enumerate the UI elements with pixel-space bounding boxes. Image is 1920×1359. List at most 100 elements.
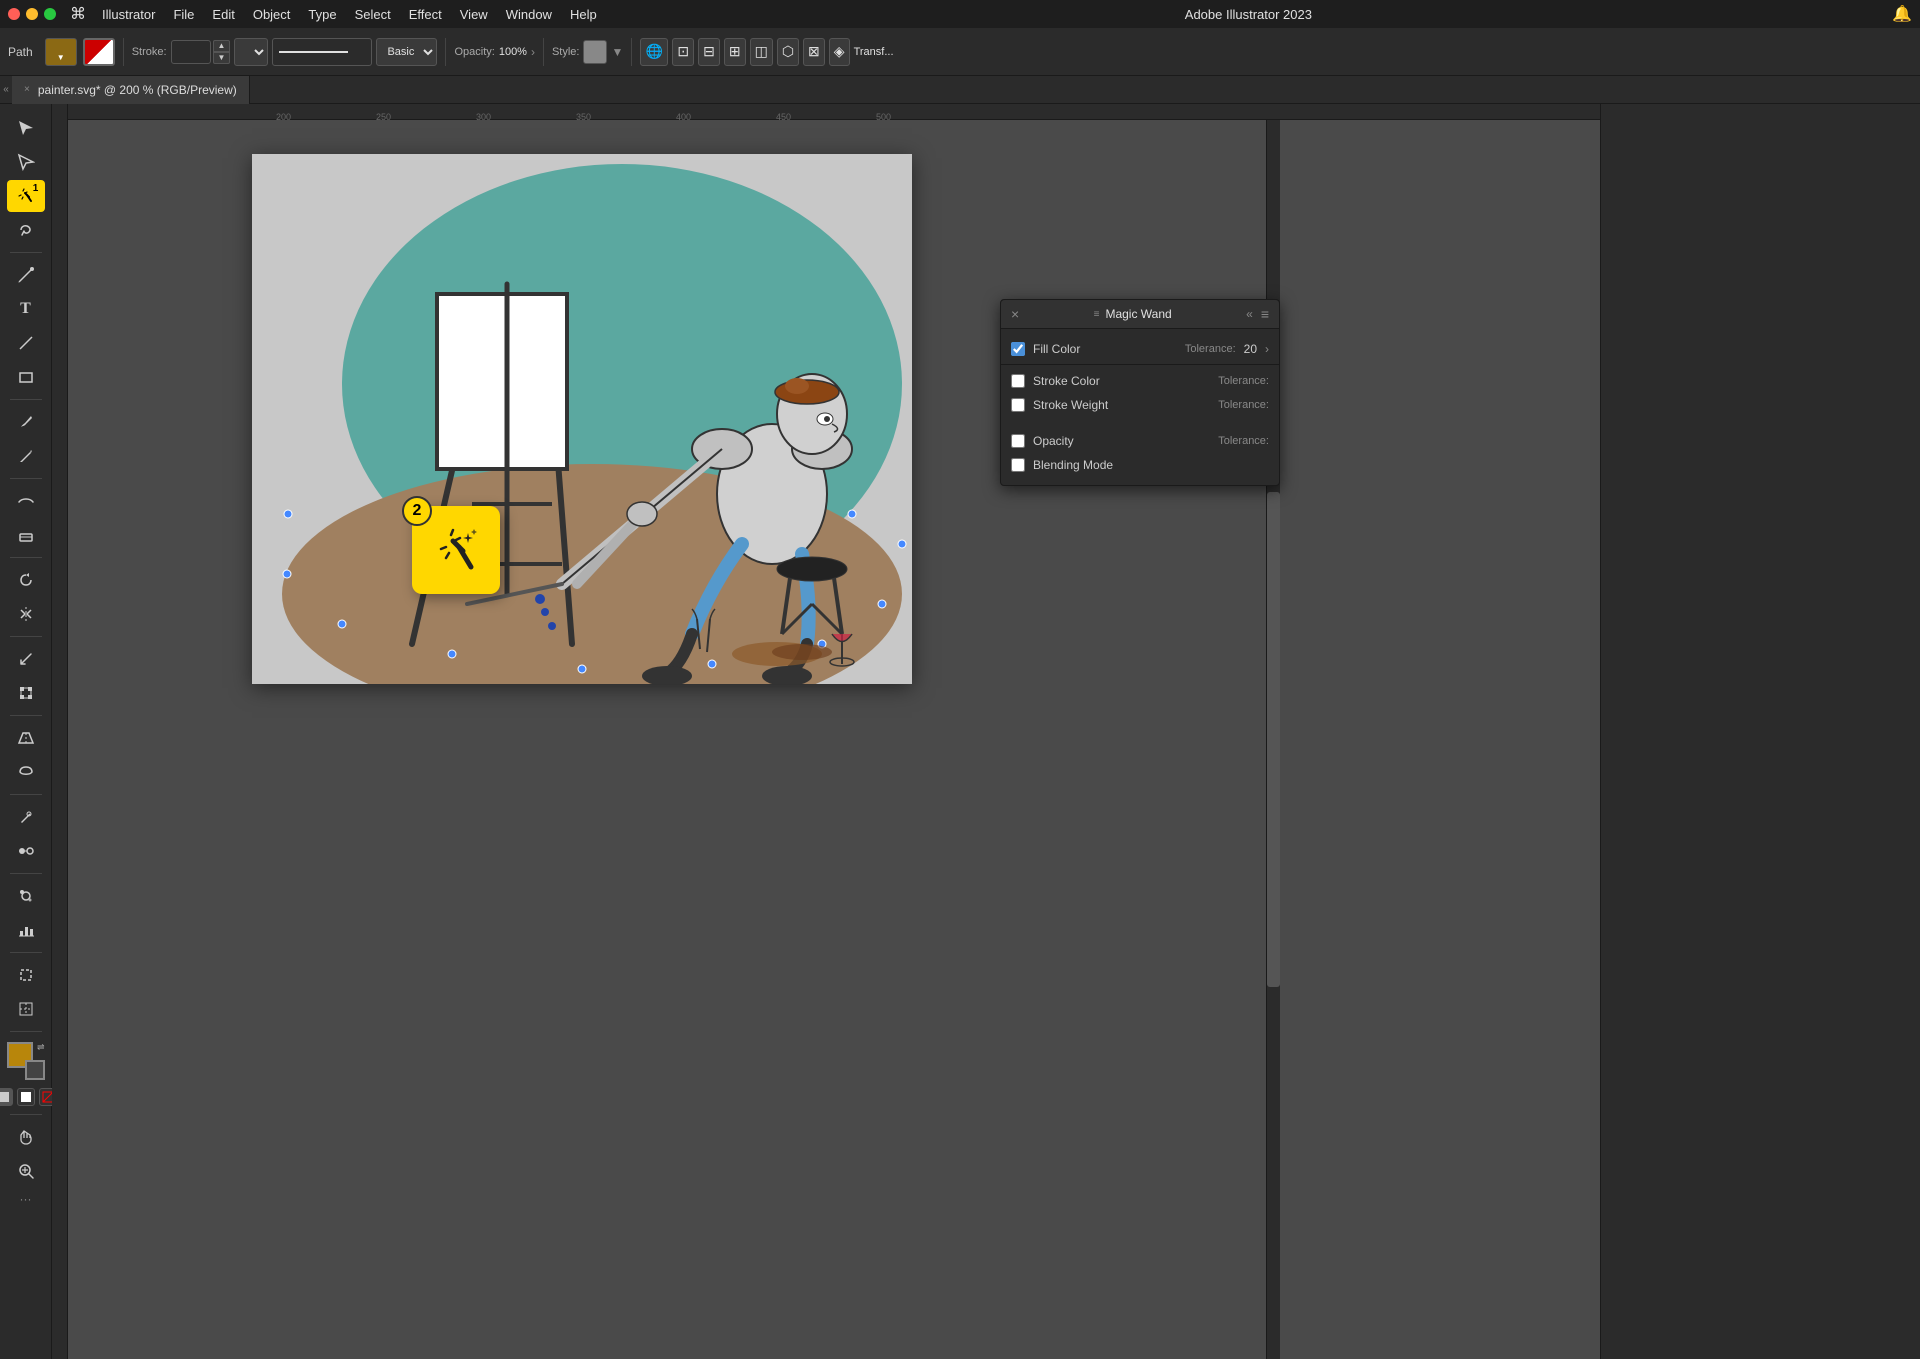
more-tools-btn[interactable]: ··· <box>7 1189 45 1209</box>
opacity-expand-btn[interactable]: › <box>531 45 535 59</box>
menu-object[interactable]: Object <box>245 5 299 24</box>
color-mode-gradient[interactable] <box>17 1088 35 1106</box>
stroke-color-checkbox[interactable] <box>1011 374 1025 388</box>
fill-color-swatch[interactable]: ▼ <box>45 38 77 66</box>
close-button[interactable] <box>8 8 20 20</box>
paintbrush-tool[interactable] <box>7 406 45 438</box>
stroke-weight-tol-label: Tolerance: <box>1218 399 1269 411</box>
mirror-tool[interactable] <box>7 598 45 630</box>
toolbar-divider-2 <box>445 38 446 66</box>
warp-tool[interactable] <box>7 756 45 788</box>
fill-tolerance-expand-btn[interactable]: › <box>1265 342 1269 356</box>
arrange-btn4[interactable]: ◫ <box>750 38 773 66</box>
stroke-weight-input[interactable] <box>171 40 211 64</box>
tool-divider-8 <box>10 873 42 874</box>
scale-tool[interactable] <box>7 643 45 675</box>
tab-filename: painter.svg* @ 200 % (RGB/Preview) <box>38 83 237 97</box>
stroke-weight-checkbox[interactable] <box>1011 398 1025 412</box>
arrange-btn7[interactable]: ◈ <box>829 38 850 66</box>
minimize-button[interactable] <box>26 8 38 20</box>
main-content: 1 T <box>0 104 1920 1359</box>
rotate-tool[interactable] <box>7 564 45 596</box>
panel-menu-btn[interactable]: ≡ <box>1261 306 1269 322</box>
smooth-tool[interactable] <box>7 485 45 517</box>
blend-tool[interactable] <box>7 835 45 867</box>
menu-view[interactable]: View <box>452 5 496 24</box>
panel-spacer <box>1001 417 1279 429</box>
panel-grip-icon: ≡ <box>1094 309 1100 320</box>
menu-right-icons: 🔔 <box>1892 4 1912 24</box>
menu-select[interactable]: Select <box>347 5 399 24</box>
stroke-color-btn[interactable] <box>83 38 115 66</box>
swap-colors-btn[interactable]: ⇌ <box>37 1042 45 1053</box>
pen-tool[interactable] <box>7 259 45 291</box>
graph-tool[interactable] <box>7 914 45 946</box>
opacity-label: Opacity: <box>454 46 494 58</box>
magic-wand-panel: × ≡ Magic Wand « ≡ Fill Color Tolerance:… <box>1000 299 1280 486</box>
step1-badge: 1 <box>29 181 43 195</box>
stroke-down-btn[interactable]: ▼ <box>213 52 231 64</box>
fill-color-checkbox[interactable] <box>1011 342 1025 356</box>
arrange-btn2[interactable]: ⊟ <box>698 38 720 66</box>
menu-type[interactable]: Type <box>300 5 344 24</box>
maximize-button[interactable] <box>44 8 56 20</box>
stroke-up-btn[interactable]: ▲ <box>213 40 231 52</box>
tab-close-btn[interactable]: × <box>24 84 30 95</box>
style-arrow[interactable]: ▼ <box>611 45 623 59</box>
type-tool[interactable]: T <box>7 293 45 325</box>
free-transform-tool[interactable] <box>7 677 45 709</box>
panel-collapse-btn[interactable]: « <box>1246 307 1253 321</box>
arrange-btn1[interactable]: ⊡ <box>672 38 694 66</box>
pencil-tool[interactable] <box>7 440 45 472</box>
direct-selection-tool[interactable] <box>7 146 45 178</box>
path-label: Path <box>8 45 33 59</box>
selection-tool[interactable] <box>7 112 45 144</box>
menu-file[interactable]: File <box>165 5 202 24</box>
menu-illustrator[interactable]: Illustrator <box>94 5 163 24</box>
tool-divider-9 <box>10 952 42 953</box>
style-swatch[interactable] <box>583 40 607 64</box>
slice-tool[interactable] <box>7 993 45 1025</box>
menu-window[interactable]: Window <box>498 5 560 24</box>
opacity-row: Opacity Tolerance: <box>1001 429 1279 453</box>
rectangle-tool[interactable] <box>7 361 45 393</box>
tab-bar-collapse[interactable]: « <box>0 84 12 95</box>
arrange-btn3[interactable]: ⊞ <box>724 38 746 66</box>
menu-help[interactable]: Help <box>562 5 605 24</box>
stroke-weight-label: Stroke Weight <box>1033 398 1210 412</box>
panel-close-btn[interactable]: × <box>1011 306 1019 322</box>
magic-wand-tool[interactable]: 1 <box>7 180 45 212</box>
notification-icon[interactable]: 🔔 <box>1892 4 1912 24</box>
arrange-btn6[interactable]: ⊠ <box>803 38 825 66</box>
tool-divider-7 <box>10 794 42 795</box>
line-segment-tool[interactable] <box>7 327 45 359</box>
fill-color-label: Fill Color <box>1033 342 1177 356</box>
blending-mode-checkbox[interactable] <box>1011 458 1025 472</box>
profile-dropdown[interactable]: Basic <box>376 38 437 66</box>
zoom-tool[interactable] <box>7 1155 45 1187</box>
hand-tool[interactable] <box>7 1121 45 1153</box>
eyedropper-tool[interactable] <box>7 801 45 833</box>
eraser-tool[interactable] <box>7 519 45 551</box>
artboard-tool[interactable] <box>7 959 45 991</box>
style-label: Style: <box>552 46 580 58</box>
scrollbar-thumb[interactable] <box>1267 492 1280 988</box>
globe-btn[interactable]: 🌐 <box>640 38 668 66</box>
menu-edit[interactable]: Edit <box>204 5 242 24</box>
panel-controls: « ≡ <box>1246 306 1269 322</box>
opacity-checkbox[interactable] <box>1011 434 1025 448</box>
perspective-tool[interactable] <box>7 722 45 754</box>
stroke-dropdown[interactable] <box>234 38 268 66</box>
stroke-style-preview <box>272 38 372 66</box>
color-mode-solid[interactable] <box>0 1088 13 1106</box>
wand-icon <box>431 525 481 575</box>
arrange-btn5[interactable]: ⬡ <box>777 38 799 66</box>
tool-divider-2 <box>10 399 42 400</box>
toolbar-divider-1 <box>123 38 124 66</box>
lasso-tool[interactable] <box>7 214 45 246</box>
fill-color-row: Fill Color Tolerance: 20 › <box>1001 337 1279 365</box>
document-tab[interactable]: × painter.svg* @ 200 % (RGB/Preview) <box>12 76 250 104</box>
symbol-tool[interactable] <box>7 880 45 912</box>
background-color[interactable] <box>25 1060 45 1080</box>
menu-effect[interactable]: Effect <box>401 5 450 24</box>
